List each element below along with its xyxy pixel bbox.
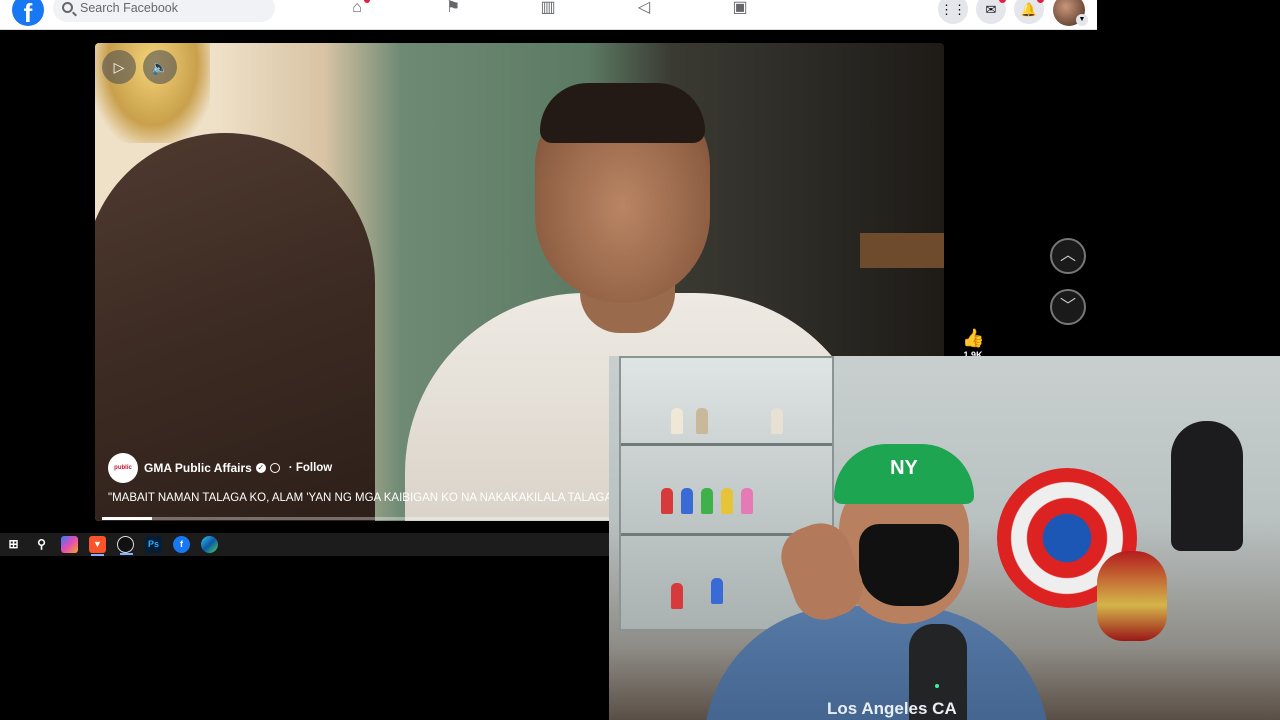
messenger-icon[interactable]: ✉ <box>976 0 1006 24</box>
screen: f Search Facebook ⌂ ⚑ ▥ ◁ ▣ ⋮⋮ ✉ 🔔 ▼ ▷ 🔈… <box>0 0 1280 720</box>
search-placeholder: Search Facebook <box>80 1 178 15</box>
search-input[interactable]: Search Facebook <box>53 0 275 22</box>
verified-badge-icon: ✓ <box>255 463 266 473</box>
creator-avatar[interactable]: public affairs <box>108 453 138 483</box>
webcam-person-cap: NY <box>834 444 974 504</box>
windows-start-icon[interactable]: ⊞ <box>5 536 22 553</box>
notification-badge <box>1037 0 1044 3</box>
microphone-led <box>935 684 939 688</box>
cabinet-figure <box>661 488 673 514</box>
windows-taskbar: ⊞ ⚲ ▼ Ps f <box>0 533 609 556</box>
video-caption: "MABAIT NAMAN TALAGA KO, ALAM 'YAN NG MG… <box>108 492 663 504</box>
search-icon[interactable]: ⚲ <box>33 536 50 553</box>
home-icon[interactable]: ⌂ <box>347 0 370 18</box>
chevron-down-icon[interactable]: ﹀ <box>1050 289 1086 325</box>
cabinet-figure <box>711 578 723 604</box>
copilot-icon[interactable] <box>61 536 78 553</box>
cabinet-shelf <box>621 443 832 446</box>
webcam-iron-man-helmet <box>1097 551 1167 641</box>
home-notification-dot <box>364 0 370 3</box>
bell-icon[interactable]: 🔔 <box>1014 0 1044 24</box>
chevron-up-icon[interactable]: ︿ <box>1050 238 1086 274</box>
play-icon[interactable]: ▷ <box>102 50 136 84</box>
megaphone-icon[interactable]: ◁ <box>634 0 654 18</box>
cabinet-figure <box>671 408 683 434</box>
flag-icon[interactable]: ⚑ <box>443 0 463 18</box>
edge-icon[interactable] <box>201 536 218 553</box>
apps-grid-icon[interactable]: ⋮⋮ <box>938 0 968 24</box>
video-progress-fill <box>102 517 153 520</box>
account-chevron-down-icon[interactable]: ▼ <box>1076 14 1088 26</box>
cabinet-figure <box>721 488 733 514</box>
webcam-shirt-text: Los Angeles CA <box>827 699 957 718</box>
photoshop-icon[interactable]: Ps <box>145 536 162 553</box>
video-frame-man-hair <box>540 83 705 143</box>
search-icon <box>62 2 73 13</box>
cabinet-figure <box>696 408 708 434</box>
facebook-logo[interactable]: f <box>12 0 44 28</box>
marketplace-icon[interactable]: ▥ <box>538 0 558 18</box>
creator-info: public affairs GMA Public Affairs ✓ · Fo… <box>108 453 332 483</box>
webcam-darth-vader-figure <box>1171 421 1243 551</box>
creator-name[interactable]: GMA Public Affairs <box>144 461 252 475</box>
cabinet-figure <box>681 488 693 514</box>
profile-avatar[interactable]: ▼ <box>1053 0 1088 26</box>
obs-icon[interactable] <box>117 536 134 555</box>
webcam-person-mask <box>859 524 959 606</box>
cabinet-figure <box>671 583 683 609</box>
facebook-top-bar: f Search Facebook ⌂ ⚑ ▥ ◁ ▣ ⋮⋮ ✉ 🔔 ▼ <box>0 0 1097 30</box>
video-frame-table <box>860 233 944 268</box>
volume-icon[interactable]: 🔈 <box>143 50 177 84</box>
thumbs-up-icon[interactable]: 👍 <box>962 328 984 350</box>
gaming-icon[interactable]: ▣ <box>730 0 750 18</box>
cabinet-figure <box>771 408 783 434</box>
cabinet-figure <box>701 488 713 514</box>
follow-button[interactable]: · Follow <box>289 462 332 474</box>
facebook-icon[interactable]: f <box>173 536 190 553</box>
webcam-overlay: NY Los Angeles CA <box>609 356 1280 720</box>
brave-icon[interactable]: ▼ <box>89 536 106 556</box>
cabinet-figure <box>741 488 753 514</box>
follow-label: Follow <box>295 462 333 474</box>
messenger-badge <box>999 0 1006 3</box>
globe-icon <box>269 463 280 473</box>
